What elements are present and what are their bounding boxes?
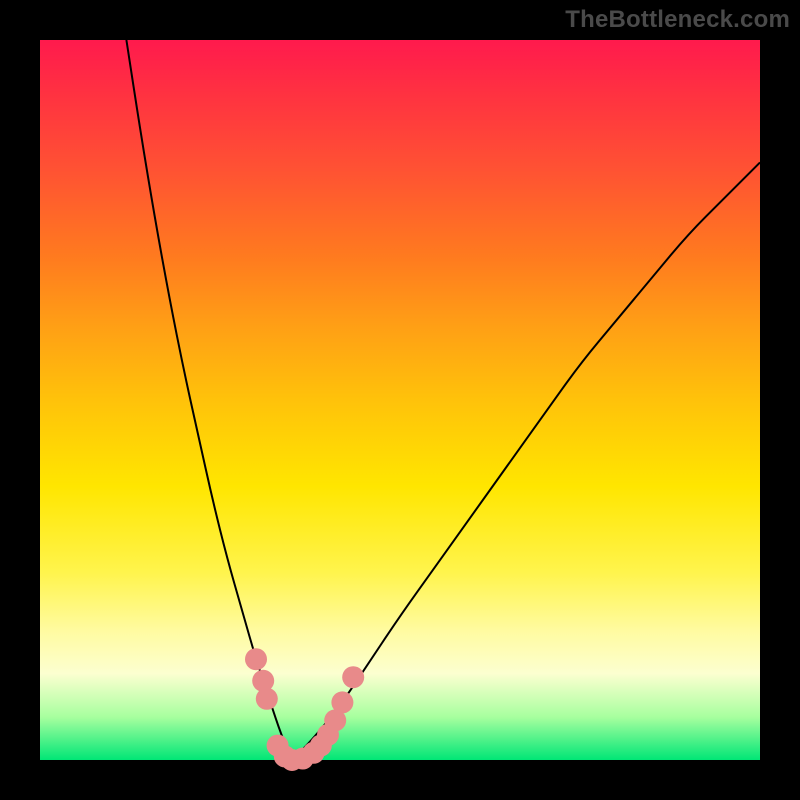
plot-area bbox=[40, 40, 760, 760]
chart-frame: TheBottleneck.com bbox=[0, 0, 800, 800]
watermark-text: TheBottleneck.com bbox=[565, 6, 790, 34]
marker-dot bbox=[256, 688, 278, 710]
marker-dot bbox=[245, 648, 267, 670]
curve-right-arm bbox=[292, 162, 760, 760]
curve-left-arm bbox=[126, 40, 292, 760]
marker-dot bbox=[331, 691, 353, 713]
chart-svg bbox=[40, 40, 760, 760]
highlighted-points bbox=[245, 648, 364, 771]
marker-dot bbox=[342, 666, 364, 688]
